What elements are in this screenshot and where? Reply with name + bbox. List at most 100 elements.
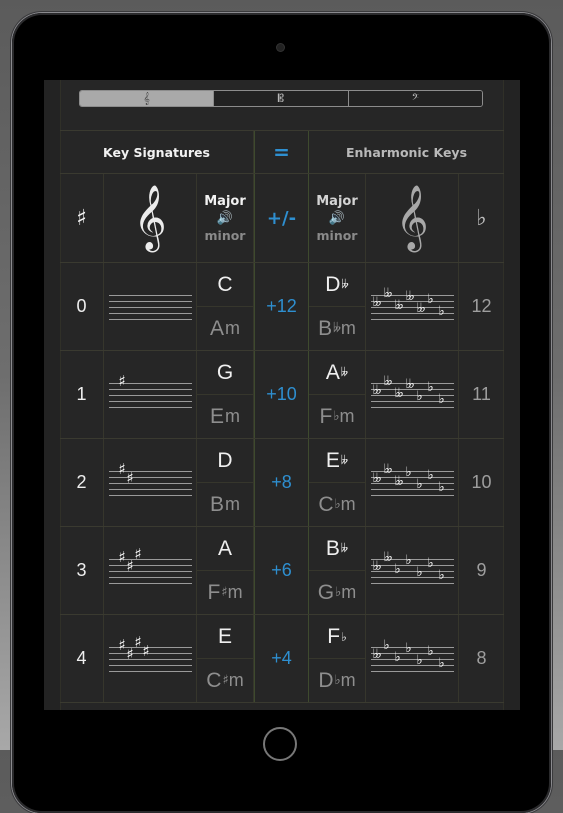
key-names-cell: D Bm	[197, 439, 254, 526]
bass-clef-icon: 𝄢	[411, 91, 419, 105]
flat-key-staff: ♭♭ ♭♭ ♭♭ ♭ ♭ ♭ ♭	[370, 461, 454, 503]
flat-icon: ♭	[405, 640, 412, 656]
double-flat-icon: ♭♭	[372, 558, 382, 574]
clef-segmented-control: 𝄞 𝄡 𝄢	[79, 90, 483, 107]
minor-key-suffix: m	[340, 318, 356, 338]
flat-icon: ♭	[438, 655, 445, 671]
alto-clef-icon: 𝄡	[277, 91, 285, 105]
major-minor-toggle-left[interactable]: Major 🔊 minor	[197, 174, 254, 262]
major-key-name: A	[217, 536, 232, 560]
minor-key[interactable]: Em	[197, 395, 253, 438]
major-label: Major	[316, 193, 358, 209]
flats-count: 9	[476, 560, 487, 580]
segment-alto-clef[interactable]: 𝄡	[214, 91, 349, 106]
staff-line	[108, 294, 192, 296]
table-row[interactable]: 3 ♯ ♯ ♯ A F ♯ m +6 B 𝄫 G ♭ m ♭♭ ♭♭ ♭ ♭ ♭ ♭ ♭ 9	[60, 527, 504, 615]
minor-key[interactable]: F ♯ m	[197, 571, 253, 614]
sharps-count: 3	[76, 560, 87, 580]
enharmonic-major-key[interactable]: A 𝄫	[309, 351, 365, 395]
major-key-name: G	[216, 360, 234, 384]
table-row[interactable]: 0 C Am +12 D 𝄫 B 𝄫 m ♭♭ ♭♭ ♭♭ ♭♭ ♭♭ ♭ ♭ 12	[60, 263, 504, 351]
sharp-key-staff	[108, 287, 192, 327]
flat-key-signature-cell: ♭♭ ♭ ♭ ♭ ♭ ♭ ♭	[366, 615, 459, 702]
enharmonic-key-names-cell: F ♭ D ♭ m	[309, 615, 366, 702]
sharps-column-header: ♯	[60, 174, 104, 262]
key-signature-table: Key Signatures = Enharmonic Keys ♯ 𝄞 Maj…	[60, 130, 504, 703]
camera-icon	[277, 44, 284, 51]
screen-margin-right	[503, 80, 520, 710]
segment-treble-clef[interactable]: 𝄞	[80, 91, 215, 106]
sharp-icon: ♯	[126, 468, 134, 487]
key-names-cell: E C ♯ m	[197, 615, 254, 702]
enharmonic-major-key[interactable]: F ♭	[309, 615, 365, 659]
major-label: Major	[204, 193, 246, 209]
sharp-icon: ♯	[118, 371, 126, 390]
enharmonic-key-names-cell: B 𝄫 G ♭ m	[309, 527, 366, 614]
minor-key-root: C	[206, 668, 222, 692]
table-row[interactable]: 2 ♯ ♯ D Bm +8 E 𝄫 C ♭ m ♭♭ ♭♭ ♭♭ ♭ ♭ ♭ ♭ 10	[60, 439, 504, 527]
table-title-row: Key Signatures = Enharmonic Keys	[60, 131, 504, 174]
staff-line	[108, 406, 192, 408]
flat-key-staff: ♭♭ ♭♭ ♭♭ ♭♭ ♭♭ ♭ ♭	[370, 287, 454, 327]
minor-key[interactable]: Bm	[197, 483, 253, 526]
major-key[interactable]: G	[197, 351, 253, 395]
sharp-key-signature-cell: ♯ ♯	[104, 439, 197, 526]
double-flat-icon: ♭♭	[394, 473, 404, 489]
flat-icon: ♭	[427, 467, 434, 483]
sharps-count: 2	[76, 472, 87, 492]
flat-key-signature-cell: ♭♭ ♭♭ ♭ ♭ ♭ ♭ ♭	[366, 527, 459, 614]
enharmonic-minor-key[interactable]: D ♭ m	[309, 659, 365, 702]
double-flat-icon: ♭♭	[405, 288, 415, 304]
minor-key-suffix: m	[225, 318, 240, 338]
staff-line	[370, 582, 454, 584]
sharp-icon: ♯	[76, 205, 87, 231]
flat-key-staff: ♭♭ ♭♭ ♭ ♭ ♭ ♭ ♭	[370, 551, 454, 591]
speaker-icon[interactable]: 🔊	[329, 211, 345, 226]
minor-key[interactable]: Am	[197, 307, 253, 350]
enharmonic-minor-key[interactable]: B 𝄫 m	[309, 307, 365, 350]
enharmonic-minor-key[interactable]: C ♭ m	[309, 483, 365, 526]
flat-icon: ♭	[416, 476, 423, 492]
minor-key[interactable]: C ♯ m	[197, 659, 253, 702]
major-key[interactable]: D	[197, 439, 253, 483]
minor-key-suffix: m	[341, 582, 357, 602]
flat-key-signature-cell: ♭♭ ♭♭ ♭♭ ♭♭ ♭ ♭ ♭	[366, 351, 459, 438]
flats-count: 8	[476, 648, 487, 668]
staff-line	[370, 670, 454, 672]
table-row[interactable]: 4 ♯ ♯ ♯ ♯ E C ♯ m +4 F ♭ D ♭ m ♭♭ ♭ ♭ ♭ ♭ ♭ ♭ 8	[60, 615, 504, 703]
staff-line	[108, 482, 192, 484]
staff-line	[108, 658, 192, 660]
staff-line	[108, 670, 192, 672]
enharmonic-major-key[interactable]: E 𝄫	[309, 439, 365, 483]
enharmonic-major-root: D	[325, 272, 341, 296]
minor-key-suffix: m	[228, 670, 244, 690]
staff-line	[370, 318, 454, 320]
speaker-icon[interactable]: 🔊	[217, 211, 233, 226]
treble-clef-icon: 𝄞	[143, 91, 150, 105]
enharmonic-major-key[interactable]: D 𝄫	[309, 263, 365, 307]
interval-value: +12	[266, 296, 297, 316]
enharmonic-major-accidental: ♭	[341, 629, 347, 644]
flats-count: 12	[471, 296, 492, 316]
home-button[interactable]	[263, 727, 297, 761]
double-flat-icon: ♭♭	[383, 461, 393, 477]
flat-icon: ♭	[438, 303, 445, 319]
enharmonic-major-accidental: 𝄫	[340, 453, 349, 467]
major-minor-toggle-right[interactable]: Major 🔊 minor	[309, 174, 366, 262]
enharmonic-minor-key[interactable]: G ♭ m	[309, 571, 365, 614]
major-key[interactable]: E	[197, 615, 253, 659]
enharmonic-minor-key[interactable]: F ♭ m	[309, 395, 365, 438]
segment-bass-clef[interactable]: 𝄢	[348, 91, 482, 106]
sharps-count-cell: 0	[60, 263, 104, 350]
table-row[interactable]: 1 ♯ G Em +10 A 𝄫 F ♭ m ♭♭ ♭♭ ♭♭ ♭♭ ♭ ♭ ♭ 11	[60, 351, 504, 439]
staff-line	[108, 570, 192, 572]
interval-cell: +8	[254, 439, 309, 526]
enharmonic-major-key[interactable]: B 𝄫	[309, 527, 365, 571]
enharmonic-minor-root: G	[317, 580, 335, 604]
flat-icon: ♭	[394, 561, 401, 577]
sharp-key-signature-cell: ♯ ♯ ♯ ♯	[104, 615, 197, 702]
major-key[interactable]: A	[197, 527, 253, 571]
staff-line	[108, 664, 192, 666]
double-flat-icon: ♭♭	[372, 646, 382, 662]
major-key[interactable]: C	[197, 263, 253, 307]
